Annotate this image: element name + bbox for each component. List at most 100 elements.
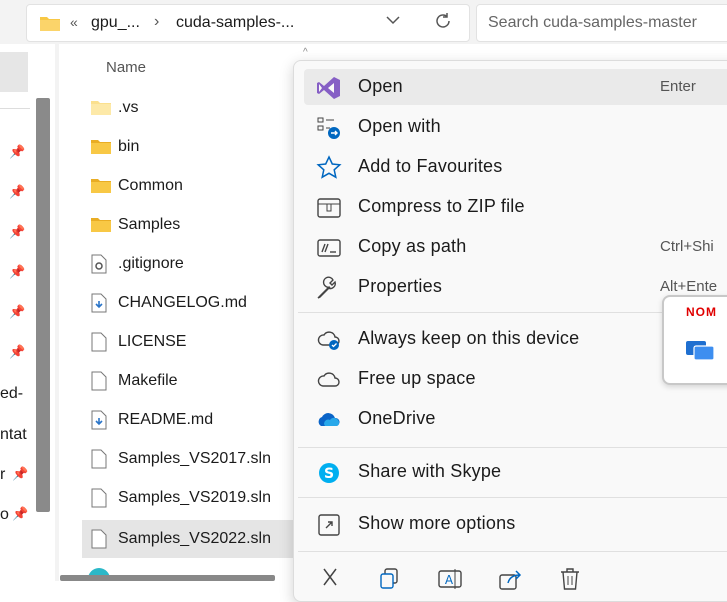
top-bar: « gpu_... › cuda-samples-... Search cuda… [0,0,727,44]
file-row-selected[interactable]: Samples_VS2022.sln [82,520,300,558]
file-name: CHANGELOG.md [118,294,247,311]
nav-item-label[interactable]: o [0,506,9,524]
copy-path-icon [316,235,342,261]
horizontal-scrollbar[interactable] [60,575,275,581]
menu-item-label: Copy as path [358,236,467,256]
breadcrumb-segment-cuda-samples[interactable]: cuda-samples-... [176,14,294,32]
file-name: LICENSE [118,333,187,350]
menu-item-label: Properties [358,276,443,296]
pin-icon: 📌 [9,304,26,319]
refresh-icon[interactable] [433,11,453,37]
zip-icon [316,195,342,221]
file-list: Name ^ .vs bin Common Samples .gitignore… [60,44,308,581]
file-icon [90,488,110,508]
file-name: bin [118,138,140,155]
menu-item-label: Open with [358,116,441,136]
pin-icon: 📌 [12,506,29,521]
navigation-pane: 📌 📌 📌 📌 📌 📌 ed- ntat r 📌 o 📌 [0,44,54,581]
menu-item-open[interactable]: Open Enter [304,69,727,105]
cut-icon[interactable] [316,565,346,593]
breadcrumb-segment-gpu[interactable]: gpu_... [91,14,140,32]
pane-divider[interactable] [55,44,59,581]
nav-item-label[interactable]: ntat [0,426,27,444]
menu-item-label: OneDrive [358,408,436,428]
file-row[interactable]: bin [82,128,300,166]
breadcrumb-overflow[interactable]: « [70,14,78,30]
menu-item-label: Open [358,76,403,96]
nav-divider [0,108,30,109]
menu-item-label: Compress to ZIP file [358,196,525,216]
file-icon [90,332,110,352]
file-row[interactable]: Samples_VS2017.sln [82,440,300,478]
folder-icon [39,14,61,37]
folder-icon [90,176,111,196]
popup-brand-label: NOM [686,305,717,319]
overlay-popup[interactable]: NOM [662,295,727,385]
nav-item-label[interactable]: ed- [0,385,23,403]
markdown-file-icon [90,410,110,430]
pin-icon: 📌 [9,344,26,359]
nav-item-label[interactable]: r [0,466,5,484]
file-row[interactable]: CHANGELOG.md [82,284,300,322]
file-row[interactable]: .gitignore [82,245,300,283]
folder-icon [90,98,111,118]
cloud-outline-icon [316,367,342,393]
menu-separator [298,497,727,498]
menu-item-shortcut: Ctrl+Shi [660,238,714,255]
file-row[interactable]: Samples [82,206,300,244]
column-header-name[interactable]: Name [106,59,146,76]
markdown-file-icon [90,293,110,313]
file-name: Samples_VS2019.sln [118,489,271,506]
delete-icon[interactable] [556,565,586,593]
file-name: Common [118,177,183,194]
menu-item-onedrive[interactable]: OneDrive [304,401,727,437]
file-row[interactable]: Common [82,167,300,205]
menu-item-open-with[interactable]: Open with [304,109,727,145]
file-icon [90,529,110,549]
folder-icon [90,215,111,235]
open-with-icon [316,115,342,141]
expand-icon [316,512,342,538]
search-box[interactable]: Search cuda-samples-master [476,4,727,42]
menu-item-label: Always keep on this device [358,328,580,348]
search-placeholder: Search cuda-samples-master [488,14,697,31]
menu-separator [298,447,727,448]
nav-selected-item[interactable] [0,52,28,92]
menu-item-label: Share with Skype [358,461,502,481]
menu-item-share-skype[interactable]: S Share with Skype [304,454,727,490]
file-row[interactable]: README.md [82,401,300,439]
menu-item-show-more-options[interactable]: Show more options [304,506,727,542]
breadcrumb-chevron-icon: › [154,13,160,30]
menu-separator [298,551,727,552]
nav-scrollbar[interactable] [36,98,50,512]
menu-item-shortcut: Enter [660,78,696,95]
rename-icon[interactable]: A [436,565,466,593]
sort-ascending-icon: ^ [303,47,308,58]
cloud-sync-icon [316,327,342,353]
svg-text:S: S [324,466,334,482]
folder-icon [90,137,111,157]
pin-icon: 📌 [9,184,26,199]
file-row[interactable]: .vs [82,89,300,127]
file-name: Samples_VS2022.sln [118,530,271,547]
file-row[interactable]: Makefile [82,362,300,400]
settings-file-icon [90,254,110,274]
address-bar[interactable]: « gpu_... › cuda-samples-... [26,4,470,42]
menu-item-shortcut: Alt+Ente [660,278,718,295]
menu-item-copy-as-path[interactable]: Copy as path Ctrl+Shi [304,229,727,265]
file-icon [90,371,110,391]
copy-icon[interactable] [376,565,406,593]
menu-item-label: Show more options [358,513,516,533]
file-name: README.md [118,411,214,428]
share-icon[interactable] [496,565,526,593]
file-row[interactable]: Samples_VS2019.sln [82,479,300,517]
file-name: Makefile [118,372,178,389]
windows-icon [684,337,720,368]
svg-text:A: A [445,573,454,587]
menu-item-add-to-favourites[interactable]: Add to Favourites [304,149,727,185]
file-row[interactable]: LICENSE [82,323,300,361]
pin-icon: 📌 [9,144,26,159]
menu-item-compress-zip[interactable]: Compress to ZIP file [304,189,727,225]
file-name: .gitignore [118,255,184,272]
address-dropdown-icon[interactable] [385,12,401,33]
